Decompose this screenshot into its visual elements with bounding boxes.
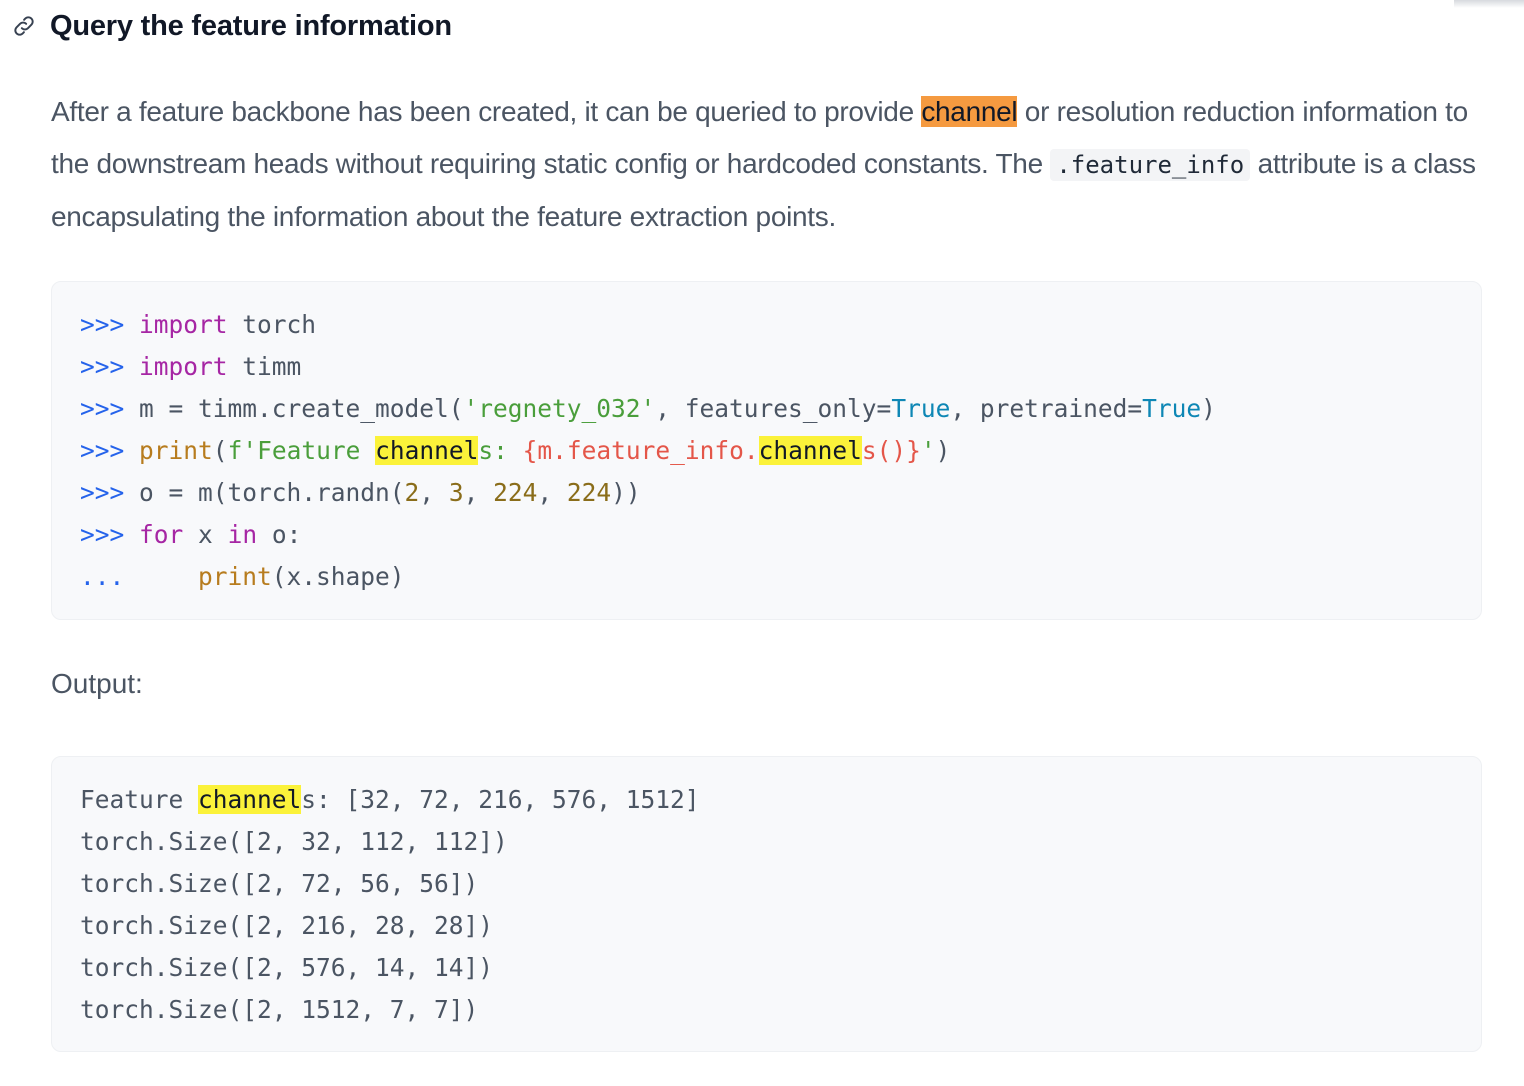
search-highlight-current: channel [921,96,1018,127]
description-paragraph: After a feature backbone has been create… [51,86,1491,243]
code-line: >>> o = m(torch.randn(2, 3, 224, 224)) [80,472,1481,514]
inline-code-feature-info: .feature_info [1050,148,1251,181]
code-block-output[interactable]: Feature channels: [32, 72, 216, 576, 151… [51,756,1482,1052]
output-line: torch.Size([2, 72, 56, 56]) [80,869,479,898]
code-string: s: [478,436,523,465]
code-text: )) [611,478,641,507]
code-string: ' [920,436,936,465]
code-text: (x.shape) [271,562,405,591]
code-string: f'Feature [227,436,376,465]
code-prompt: >>> [80,478,125,507]
code-text: ) [935,436,951,465]
code-constant: True [891,394,951,423]
code-text: o = m(torch.randn( [124,478,405,507]
code-number: 2 [404,478,420,507]
code-number: 3 [448,478,464,507]
code-text: , [537,478,567,507]
code-string: 'regnety_032' [463,394,656,423]
code-constant: True [1142,394,1202,423]
code-line: >>> import timm [80,346,1481,388]
code-line: >>> for x in o: [80,514,1481,556]
code-keyword: in [227,520,258,549]
output-line: Feature channels: [32, 72, 216, 576, 151… [80,779,1481,821]
output-line: torch.Size([2, 32, 112, 112]) [80,827,508,856]
code-line: >>> import torch [80,304,1481,346]
search-highlight: channel [375,436,479,465]
code-line: ... print(x.shape) [80,556,1481,598]
code-text: , [463,478,494,507]
link-icon[interactable] [10,12,38,40]
code-continuation: ... [80,562,125,591]
code-line: >>> m = timm.create_model('regnety_032',… [80,388,1481,430]
code-prompt: >>> [80,394,125,423]
code-text: ) [1201,394,1216,423]
code-text: s: [32, 72, 216, 576, 1512] [301,785,700,814]
code-text: torch [227,310,317,339]
code-text: ( [212,436,228,465]
code-number: 224 [493,478,538,507]
code-prompt: >>> [80,520,125,549]
code-builtin: print [139,436,213,465]
code-prompt: >>> [80,436,125,465]
code-block-example[interactable]: >>> import torch >>> import timm >>> m =… [51,281,1482,620]
code-text: timm [227,352,302,381]
code-text: m = timm.create_model( [124,394,464,423]
code-text: , pretrained= [950,394,1143,423]
code-fstring-expr: s()} [861,436,921,465]
code-text: , [419,478,449,507]
output-label: Output: [51,668,143,699]
code-line: >>> print(f'Feature channels: {m.feature… [80,430,1481,472]
output-line: torch.Size([2, 576, 14, 14]) [80,953,494,982]
code-number: 224 [566,478,612,507]
code-text: o: [257,520,302,549]
top-shadow [1454,0,1524,8]
code-keyword: for [139,520,184,549]
code-builtin: print [198,562,272,591]
output-line: torch.Size([2, 1512, 7, 7]) [80,995,479,1024]
code-prompt: >>> [80,352,125,381]
code-keyword: import [139,310,228,339]
code-text: , features_only= [655,394,892,423]
section-title: Query the feature information [50,9,452,42]
paragraph-text-1: After a feature backbone has been create… [51,96,922,127]
code-fstring-expr: {m.feature_info. [522,436,759,465]
search-highlight: channel [758,436,862,465]
code-keyword: import [139,352,228,381]
search-highlight: channel [198,785,302,814]
code-prompt: >>> [80,310,125,339]
code-text: Feature [80,785,199,814]
code-text: x [183,520,228,549]
section-heading: Query the feature information [10,6,452,46]
output-line: torch.Size([2, 216, 28, 28]) [80,911,494,940]
